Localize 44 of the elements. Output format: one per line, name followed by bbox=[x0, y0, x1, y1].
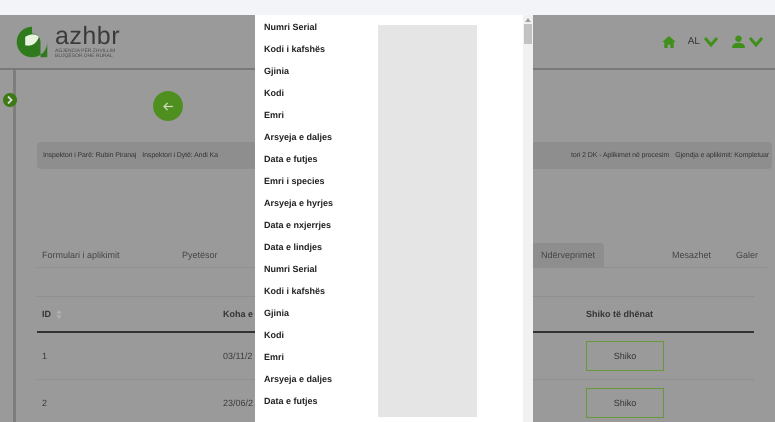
list-item[interactable]: Kodi bbox=[264, 87, 378, 109]
list-item[interactable]: Data e nxjerrjes bbox=[264, 219, 378, 241]
table-cell: 2 bbox=[42, 398, 48, 408]
table-cell: 23/06/2 bbox=[223, 398, 254, 408]
home-icon[interactable] bbox=[662, 36, 676, 48]
arrow-left-icon bbox=[162, 102, 174, 110]
list-item[interactable]: Emri bbox=[264, 351, 378, 373]
list-item[interactable]: Data e futjes bbox=[264, 153, 378, 175]
list-item[interactable]: Gjinia bbox=[264, 65, 378, 87]
list-item[interactable]: Kodi bbox=[264, 329, 378, 351]
list-item[interactable]: Emri bbox=[264, 109, 378, 131]
tab[interactable]: Pyetësor bbox=[177, 243, 223, 267]
logo-name: azhbr bbox=[55, 24, 120, 49]
list-item[interactable]: Data e lindjes bbox=[264, 241, 378, 263]
list-item[interactable]: Arsyeja e daljes bbox=[264, 131, 378, 153]
leaf-logo-icon bbox=[15, 24, 49, 58]
list-item[interactable]: Arsyeja e hyrjes bbox=[264, 197, 378, 219]
chevron-right-icon[interactable] bbox=[3, 93, 17, 107]
scroll-up-icon[interactable] bbox=[525, 18, 531, 22]
list-item[interactable]: Emri i species bbox=[264, 175, 378, 197]
chevron-down-icon[interactable] bbox=[704, 36, 718, 46]
tab[interactable]: Galer bbox=[730, 243, 764, 267]
column-header: Koha e bbox=[223, 309, 254, 319]
back-button[interactable] bbox=[153, 91, 183, 121]
list-item[interactable]: Numri Serial bbox=[264, 263, 378, 285]
column-header: ID bbox=[42, 309, 51, 319]
view-button[interactable]: Shiko bbox=[586, 388, 664, 418]
table-cell: 03/11/2 bbox=[223, 351, 252, 361]
scroll-thumb[interactable] bbox=[524, 24, 532, 44]
language-selector[interactable]: AL bbox=[688, 36, 700, 47]
list-item[interactable]: Kodi i kafshës bbox=[264, 285, 378, 307]
list-item[interactable]: Numri Serial bbox=[264, 21, 378, 43]
list-item[interactable]: Gjinia bbox=[264, 307, 378, 329]
list-item[interactable]: Arsyeja e daljes bbox=[264, 373, 378, 395]
tab[interactable]: Mesazhet bbox=[642, 243, 716, 267]
user-icon[interactable] bbox=[732, 35, 745, 48]
scrollbar[interactable] bbox=[523, 15, 533, 422]
tab[interactable]: Formulari i aplikimit bbox=[37, 243, 125, 267]
column-header: Shiko të dhënat bbox=[586, 309, 654, 319]
view-button[interactable]: Shiko bbox=[586, 341, 664, 371]
table-cell: 1 bbox=[42, 351, 48, 361]
chevron-down-icon[interactable] bbox=[749, 36, 763, 46]
list-item[interactable]: Data e futjes bbox=[264, 395, 378, 417]
list-item[interactable]: Kodi i kafshës bbox=[264, 43, 378, 65]
